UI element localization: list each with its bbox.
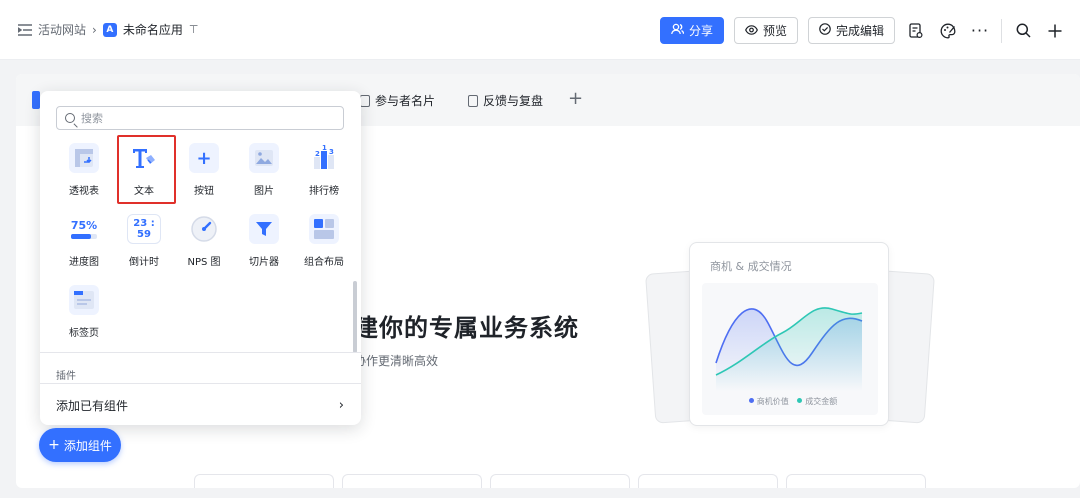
sidebar-toggle-icon[interactable] [17, 23, 32, 36]
widget-label: 标签页 [69, 328, 99, 339]
app-icon: A [102, 22, 117, 37]
app-name[interactable]: 未命名应用 [123, 21, 183, 38]
legend-dot [748, 398, 754, 403]
illustration-title: 商机 & 成交情况 [710, 260, 792, 273]
svg-text:2: 2 [315, 150, 320, 158]
add-existing-widget-item[interactable]: 添加已有组件 › [56, 397, 344, 414]
search-icon [65, 113, 75, 123]
eye-icon [745, 24, 758, 38]
divider [40, 352, 361, 353]
widget-pivot-table[interactable]: 透视表 [54, 137, 114, 203]
widget-combined-layout[interactable]: 组合布局 [294, 208, 354, 274]
image-icon [249, 143, 279, 173]
legend-item: 成交金额 [805, 397, 838, 406]
theme-palette-icon[interactable] [937, 20, 959, 42]
illustration-plot: 商机价值 成交金额 [702, 283, 878, 415]
plugins-section-label: 插件 [56, 371, 76, 382]
widget-leaderboard[interactable]: 213 排行榜 [294, 137, 354, 203]
search-icon[interactable] [1012, 20, 1034, 42]
breadcrumb-separator: › [92, 22, 97, 37]
tab-indicator [32, 91, 40, 109]
tabs-icon [69, 285, 99, 315]
chevron-right-icon: › [338, 398, 344, 413]
widget-label: 图片 [254, 186, 274, 197]
progress-text: 75% [70, 219, 98, 232]
widget-slicer[interactable]: 切片器 [234, 208, 294, 274]
add-existing-label: 添加已有组件 [56, 399, 129, 413]
tab-participant-cards[interactable]: 参与者名片 [360, 92, 435, 109]
preview-button[interactable]: 预览 [733, 17, 798, 44]
button-plus-icon: + [189, 143, 219, 173]
placeholder-card [490, 474, 630, 488]
check-circle-icon [819, 23, 831, 38]
svg-text:1: 1 [322, 145, 327, 152]
preview-label: 预览 [762, 24, 787, 38]
hero-title: 建你的专属业务系统 [354, 314, 579, 342]
placeholder-card [342, 474, 482, 488]
widget-image[interactable]: 图片 [234, 137, 294, 203]
hero-subtitle: 协作更清晰高效 [354, 354, 439, 368]
svg-text:3: 3 [329, 148, 334, 156]
plus-icon: + [48, 437, 60, 453]
finish-edit-button[interactable]: 完成编辑 [807, 17, 895, 44]
breadcrumb-site[interactable]: 活动网站 [38, 21, 86, 38]
countdown-text: 23 : 59 [133, 218, 155, 240]
breadcrumb: 活动网站 › A 未命名应用 ⊤ [17, 21, 199, 38]
placeholder-card [786, 474, 926, 488]
filter-icon [249, 214, 279, 244]
share-label: 分享 [688, 24, 713, 38]
add-icon[interactable] [1044, 20, 1066, 42]
widget-search-input[interactable]: 搜索 [56, 106, 344, 130]
pin-icon[interactable]: ⊤ [189, 23, 199, 36]
pivot-table-icon [69, 143, 99, 173]
widget-button[interactable]: + 按钮 [174, 137, 234, 203]
tab-label: 参与者名片 [375, 94, 436, 108]
widget-label: 透视表 [69, 186, 99, 197]
search-placeholder: 搜索 [81, 112, 103, 125]
countdown-icon: 23 : 59 [127, 214, 161, 244]
widget-label: 切片器 [249, 257, 279, 268]
toolbar-divider [1001, 18, 1002, 43]
illustration-curves [715, 307, 863, 391]
widget-label: 组合布局 [304, 257, 344, 268]
widget-list-scrollbar[interactable] [353, 281, 357, 353]
document-icon [360, 94, 370, 107]
leaderboard-icon: 213 [309, 143, 339, 173]
selected-widget-highlight [117, 135, 176, 204]
widget-label: 排行榜 [309, 186, 339, 197]
illustration-legend: 商机价值 成交金额 [702, 396, 878, 407]
widget-label: 倒计时 [129, 257, 159, 268]
widget-label: 按钮 [194, 186, 214, 197]
users-icon [671, 23, 685, 38]
widget-label: 进度图 [69, 257, 99, 268]
top-bar: 活动网站 › A 未命名应用 ⊤ 分享 预览 完成编辑 ··· [0, 0, 1080, 60]
progress-icon: 75% [69, 214, 99, 244]
tab-feedback-review[interactable]: 反馈与复盘 [468, 92, 543, 109]
widget-progress[interactable]: 75% 进度图 [54, 208, 114, 274]
document-icon [468, 94, 478, 107]
add-widget-label: 添加组件 [63, 438, 112, 453]
tab-label: 反馈与复盘 [483, 94, 544, 108]
add-tab-icon[interactable]: + [568, 88, 583, 109]
divider [40, 383, 361, 384]
widget-tabs[interactable]: 标签页 [54, 279, 114, 345]
add-widget-button[interactable]: + 添加组件 [39, 428, 121, 462]
finish-label: 完成编辑 [835, 24, 884, 38]
placeholder-card [638, 474, 778, 488]
placeholder-card [194, 474, 334, 488]
legend-dot [797, 398, 803, 403]
widget-countdown[interactable]: 23 : 59 倒计时 [114, 208, 174, 274]
add-widget-popover: 搜索 透视表 文本 + 按钮 图片 213 排行榜 75% 进度图 23: 5… [40, 91, 361, 425]
nps-gauge-icon [189, 214, 219, 244]
share-button[interactable]: 分享 [659, 17, 724, 44]
more-icon[interactable]: ··· [969, 20, 991, 42]
illustration-chart-card: 商机 & 成交情况 商机价值 成交金额 [689, 242, 889, 426]
widget-nps[interactable]: NPS 图 [174, 208, 234, 274]
legend-item: 商机价值 [756, 397, 789, 406]
page-settings-icon[interactable] [905, 20, 927, 42]
widget-label: NPS 图 [187, 257, 221, 268]
layout-icon [309, 214, 339, 244]
